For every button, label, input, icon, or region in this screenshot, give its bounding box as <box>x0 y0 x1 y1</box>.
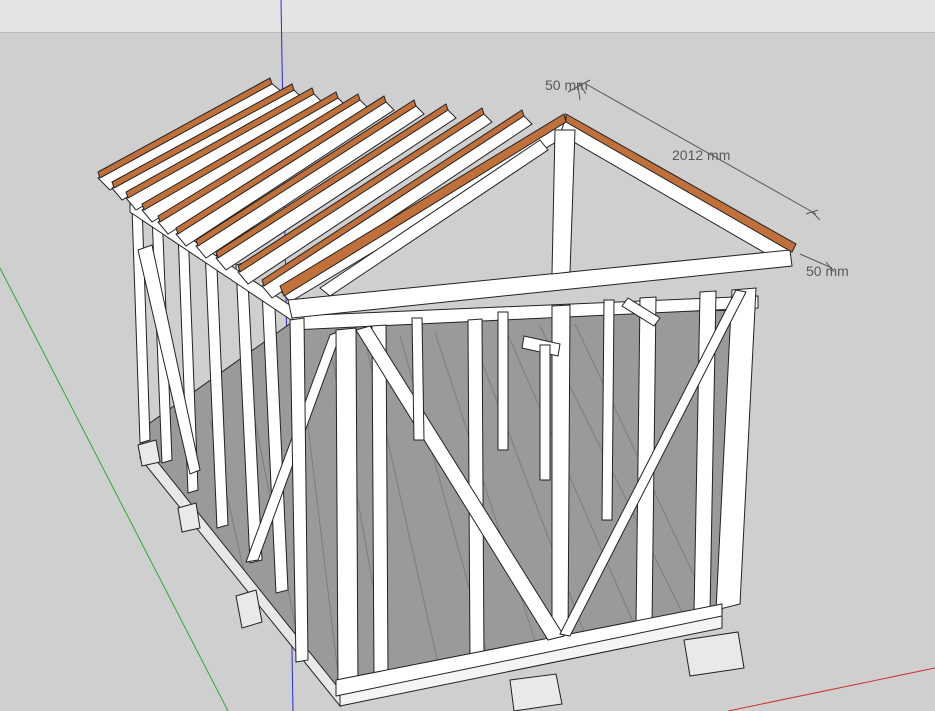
dimension-label-rafter-length[interactable]: 2012 mm <box>672 147 730 163</box>
dimension-label-rafter-thickness-side[interactable]: 50 mm <box>806 263 849 279</box>
shed-frame-model[interactable] <box>97 77 835 711</box>
scene-canvas[interactable] <box>0 0 935 711</box>
dimension-label-rafter-thickness-top[interactable]: 50 mm <box>545 77 588 93</box>
sketchup-window: 50 mm 2012 mm 50 mm <box>0 0 935 711</box>
red-axis-line <box>727 667 935 711</box>
